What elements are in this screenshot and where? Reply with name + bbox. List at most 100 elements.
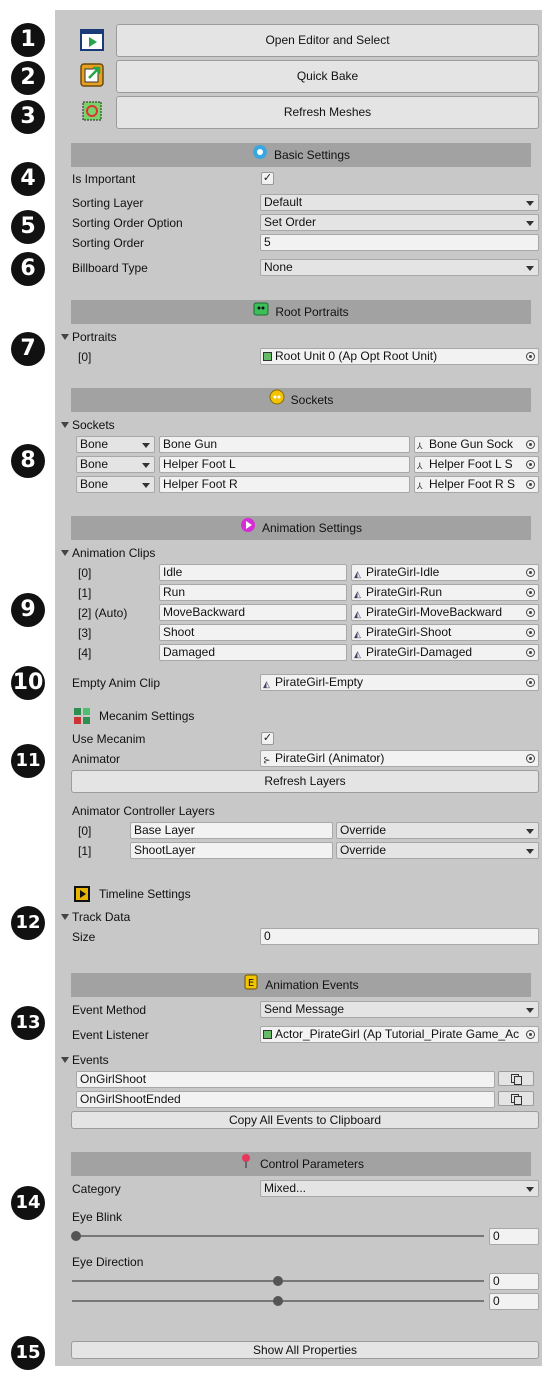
step-badge-13: 13 [11,1006,45,1040]
event-method-dropdown[interactable]: Send Message [260,1001,539,1018]
animator-object-field[interactable]: ⊱ PirateGirl (Animator) [260,750,539,767]
object-picker-icon[interactable] [526,460,535,469]
track-data-label: Track Data [72,910,131,924]
gear-icon [252,144,268,168]
step-badge-10: 10 [11,666,45,700]
clip-name-input[interactable]: Run [159,584,347,601]
sorting-order-option-value: Set Order [264,215,317,229]
animation-events-header: E Animation Events [71,973,531,997]
foldout-arrow-icon[interactable] [61,1057,69,1063]
open-editor-button[interactable]: Open Editor and Select [116,24,539,57]
object-picker-icon[interactable] [526,588,535,597]
foldout-arrow-icon[interactable] [61,914,69,920]
object-picker-icon[interactable] [526,754,535,763]
refresh-layers-button[interactable]: Refresh Layers [71,770,539,793]
eye-direction-x-input[interactable]: 0 [489,1273,539,1290]
socket-type-dropdown[interactable]: Bone [76,436,155,453]
object-picker-icon[interactable] [526,628,535,637]
step-badge-7: 7 [11,332,45,366]
category-dropdown[interactable]: Mixed... [260,1180,539,1197]
billboard-type-value: None [264,260,293,274]
show-all-properties-button[interactable]: Show All Properties [71,1341,539,1359]
object-picker-icon[interactable] [526,1030,535,1039]
event-method-value: Send Message [264,1002,345,1016]
eye-direction-y-input[interactable]: 0 [489,1293,539,1310]
clip-object-field[interactable]: ◭ PirateGirl-Damaged [351,644,539,661]
object-picker-icon[interactable] [526,440,535,449]
sorting-order-option-dropdown[interactable]: Set Order [260,214,539,231]
object-picker-icon[interactable] [526,608,535,617]
animation-clip-icon: ◭ [354,649,361,659]
clip-name-input[interactable]: Idle [159,564,347,581]
sorting-order-input[interactable]: 5 [260,234,539,251]
copy-event-button[interactable] [498,1071,534,1086]
chevron-down-icon [526,1008,534,1013]
socket-transform-field[interactable]: ⅄ Helper Foot L S [414,456,539,473]
socket-name-input[interactable]: Helper Foot L [159,456,410,473]
copy-all-events-button[interactable]: Copy All Events to Clipboard [71,1111,539,1129]
event-name-input[interactable]: OnGirlShoot [76,1071,495,1088]
portrait-object-value: Root Unit 0 (Ap Opt Root Unit) [275,349,438,363]
object-picker-icon[interactable] [526,648,535,657]
eye-direction-y-slider-thumb[interactable] [273,1296,283,1306]
layer-index: [0] [78,824,92,838]
is-important-checkbox[interactable]: ✓ [261,172,274,185]
clip-object-field[interactable]: ◭ PirateGirl-MoveBackward [351,604,539,621]
socket-transform-field[interactable]: ⅄ Bone Gun Sock [414,436,539,453]
quick-bake-button[interactable]: Quick Bake [116,60,539,93]
layer-name-input[interactable]: Base Layer [130,822,333,839]
eye-blink-input[interactable]: 0 [489,1228,539,1245]
step-badge-3: 3 [11,100,45,134]
event-listener-field[interactable]: Actor_PirateGirl (Ap Tutorial_Pirate Gam… [260,1026,539,1043]
billboard-type-dropdown[interactable]: None [260,259,539,276]
object-picker-icon[interactable] [526,480,535,489]
step-badge-4: 4 [11,162,45,196]
object-picker-icon[interactable] [526,568,535,577]
clip-object-value: PirateGirl-Shoot [366,625,452,639]
animator-object-value: PirateGirl (Animator) [275,751,385,765]
socket-type-dropdown[interactable]: Bone [76,476,155,493]
root-unit-icon [263,352,272,361]
object-picker-icon[interactable] [526,678,535,687]
chevron-down-icon [142,483,150,488]
socket-type-dropdown[interactable]: Bone [76,456,155,473]
socket-name-input[interactable]: Helper Foot R [159,476,410,493]
script-object-icon [263,1030,272,1039]
transform-icon: ⅄ [417,441,423,451]
socket-transform-value: Helper Foot R S [429,477,516,491]
event-icon: E [243,974,259,998]
eye-blink-slider-track[interactable] [76,1235,484,1237]
track-size-input[interactable]: 0 [260,928,539,945]
object-picker-icon[interactable] [526,352,535,361]
foldout-arrow-icon[interactable] [61,550,69,556]
chevron-down-icon [526,266,534,271]
layer-blend-dropdown[interactable]: Override [336,842,539,859]
refresh-meshes-button[interactable]: Refresh Meshes [116,96,539,129]
empty-anim-clip-field[interactable]: ◭ PirateGirl-Empty [260,674,539,691]
foldout-arrow-icon[interactable] [61,334,69,340]
chevron-down-icon [142,443,150,448]
clip-name-input[interactable]: MoveBackward [159,604,347,621]
animation-clip-icon: ◭ [354,609,361,619]
socket-transform-field[interactable]: ⅄ Helper Foot R S [414,476,539,493]
event-name-input[interactable]: OnGirlShootEnded [76,1091,495,1108]
layer-blend-dropdown[interactable]: Override [336,822,539,839]
eye-direction-x-slider-thumb[interactable] [273,1276,283,1286]
clip-name-input[interactable]: Shoot [159,624,347,641]
clip-index: [0] [78,566,92,580]
use-mecanim-checkbox[interactable]: ✓ [261,732,274,745]
layer-name-input[interactable]: ShootLayer [130,842,333,859]
sockets-header: Sockets [71,388,531,412]
portrait-object-field[interactable]: Root Unit 0 (Ap Opt Root Unit) [260,348,539,365]
control-parameters-header: Control Parameters [71,1152,531,1176]
copy-event-button[interactable] [498,1091,534,1106]
animation-clip-icon: ◭ [354,629,361,639]
clip-object-field[interactable]: ◭ PirateGirl-Shoot [351,624,539,641]
clip-object-field[interactable]: ◭ PirateGirl-Idle [351,564,539,581]
clip-object-field[interactable]: ◭ PirateGirl-Run [351,584,539,601]
socket-name-input[interactable]: Bone Gun [159,436,410,453]
clip-name-input[interactable]: Damaged [159,644,347,661]
sorting-layer-dropdown[interactable]: Default [260,194,539,211]
foldout-arrow-icon[interactable] [61,422,69,428]
eye-blink-slider-thumb[interactable] [71,1231,81,1241]
